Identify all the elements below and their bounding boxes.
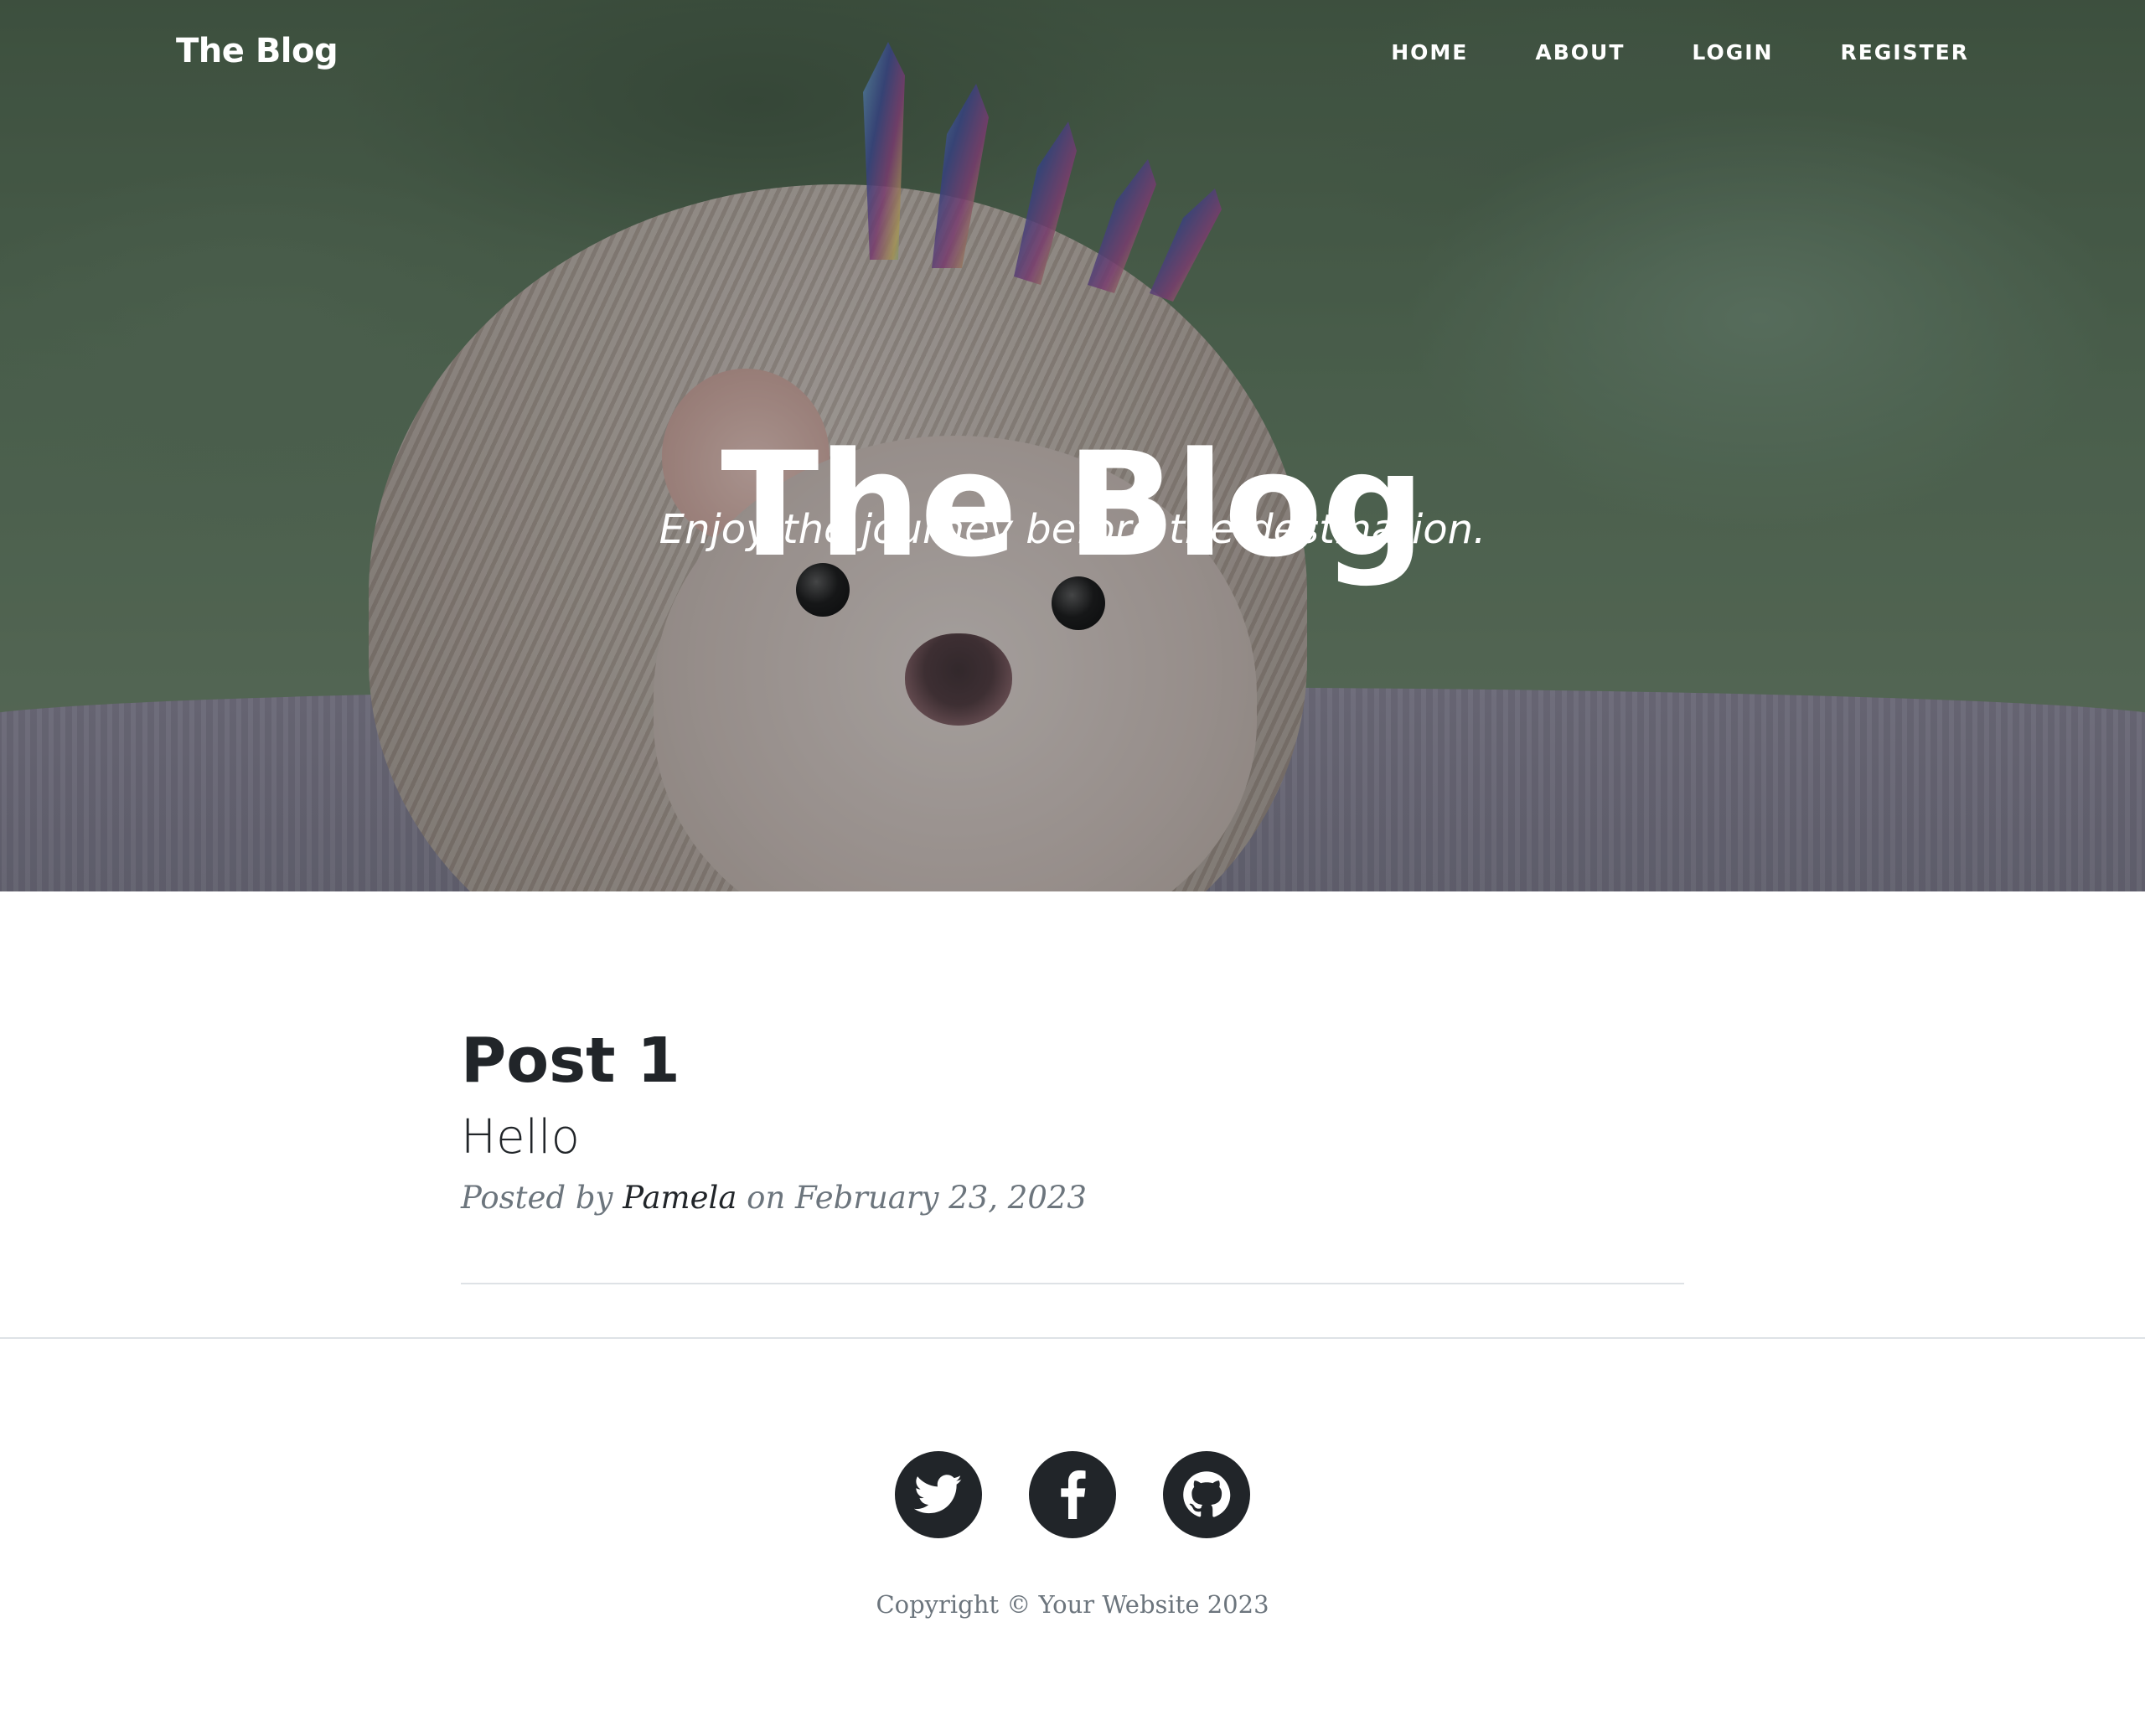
hero-subtitle: Enjoy the journey before the destination… xyxy=(659,506,1486,553)
nav-link-home[interactable]: Home xyxy=(1391,40,1468,65)
nav-link-about[interactable]: About xyxy=(1535,40,1625,65)
facebook-button[interactable] xyxy=(1029,1451,1116,1538)
post-meta: Posted by Pamela on February 23, 2023 xyxy=(461,1180,1684,1216)
post-divider xyxy=(461,1283,1684,1284)
post-subtitle: Hello xyxy=(461,1110,580,1165)
post-author-link[interactable]: Pamela xyxy=(623,1180,737,1216)
nav-link-register[interactable]: Register xyxy=(1840,40,1969,65)
github-icon xyxy=(1183,1471,1231,1517)
post-title-link[interactable]: Post 1 xyxy=(461,1026,1684,1095)
post-meta-date: on February 23, 2023 xyxy=(747,1180,1087,1217)
post-meta-prefix: Posted by xyxy=(461,1180,613,1217)
copyright: Copyright © Your Website 2023 xyxy=(876,1590,1269,1619)
nav-links: Home About Login Register xyxy=(1391,40,1969,65)
footer-divider xyxy=(0,1337,2145,1339)
brand-link[interactable]: The Blog xyxy=(176,32,339,70)
twitter-icon xyxy=(914,1475,962,1514)
social-links xyxy=(0,1451,2145,1538)
github-button[interactable] xyxy=(1163,1451,1250,1538)
post-preview: Post 1 Hello Posted by Pamela on Februar… xyxy=(461,1026,1684,1216)
navbar: The Blog Home About Login Register xyxy=(0,0,2145,111)
twitter-button[interactable] xyxy=(895,1451,982,1538)
facebook-icon xyxy=(1061,1470,1086,1519)
nav-link-login[interactable]: Login xyxy=(1692,40,1773,65)
